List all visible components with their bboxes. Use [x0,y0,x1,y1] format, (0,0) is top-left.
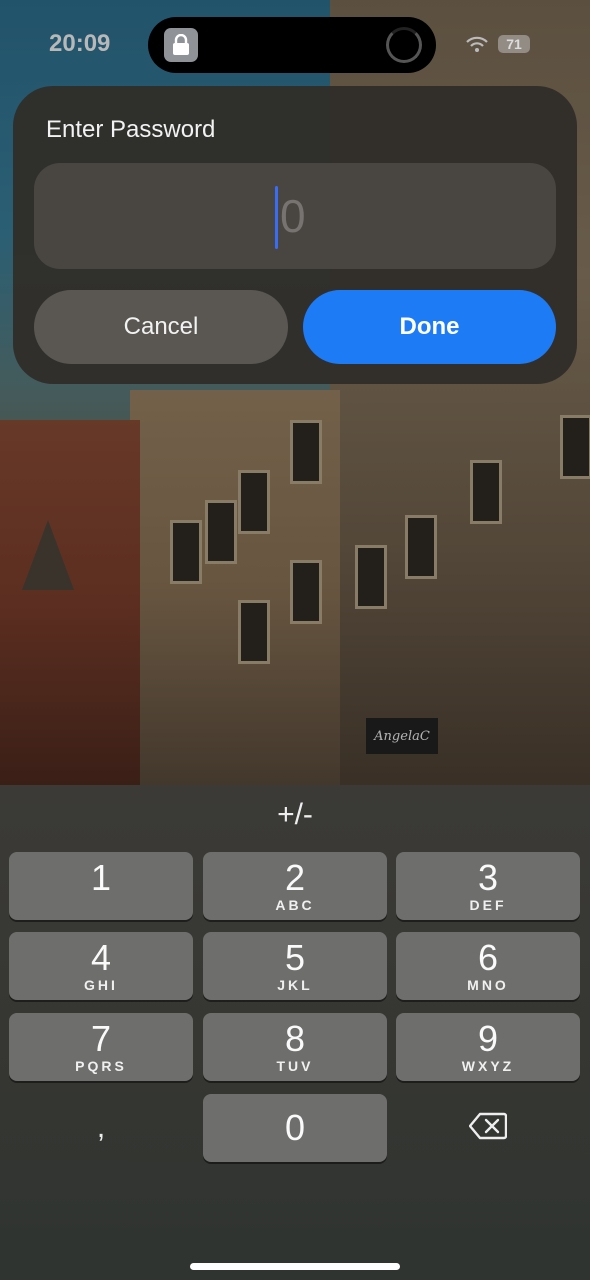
cancel-button[interactable]: Cancel [34,290,288,364]
status-time: 20:09 [49,30,111,57]
key-8[interactable]: 8 TUV [203,1013,387,1081]
numeric-keyboard: +/- 1 2 ABC 3 DEF 4 GHI 5 JKL 6 MNO 7 PQ… [0,785,590,1280]
key-4[interactable]: 4 GHI [9,932,193,1000]
key-7[interactable]: 7 PQRS [9,1013,193,1081]
key-0[interactable]: 0 [203,1094,387,1162]
wifi-icon [466,36,488,52]
text-cursor [275,186,278,249]
key-2[interactable]: 2 ABC [203,852,387,920]
key-9[interactable]: 9 WXYZ [396,1013,580,1081]
delete-key[interactable] [396,1094,580,1162]
lock-icon [164,28,198,62]
backspace-icon [468,1112,508,1145]
home-indicator[interactable] [190,1263,400,1270]
key-3[interactable]: 3 DEF [396,852,580,920]
password-input[interactable]: 0 [34,163,556,269]
key-5[interactable]: 5 JKL [203,932,387,1000]
password-dialog: Enter Password 0 Cancel Done [13,86,577,384]
battery-indicator: 71 [498,35,530,53]
done-button[interactable]: Done [303,290,556,364]
comma-key[interactable]: , [9,1094,193,1162]
key-6[interactable]: 6 MNO [396,932,580,1000]
plus-minus-key[interactable]: +/- [265,795,325,835]
activity-spinner-icon [386,27,422,63]
dynamic-island [148,17,436,73]
dialog-title: Enter Password [46,116,216,143]
key-1[interactable]: 1 [9,852,193,920]
password-placeholder: 0 [280,190,306,242]
